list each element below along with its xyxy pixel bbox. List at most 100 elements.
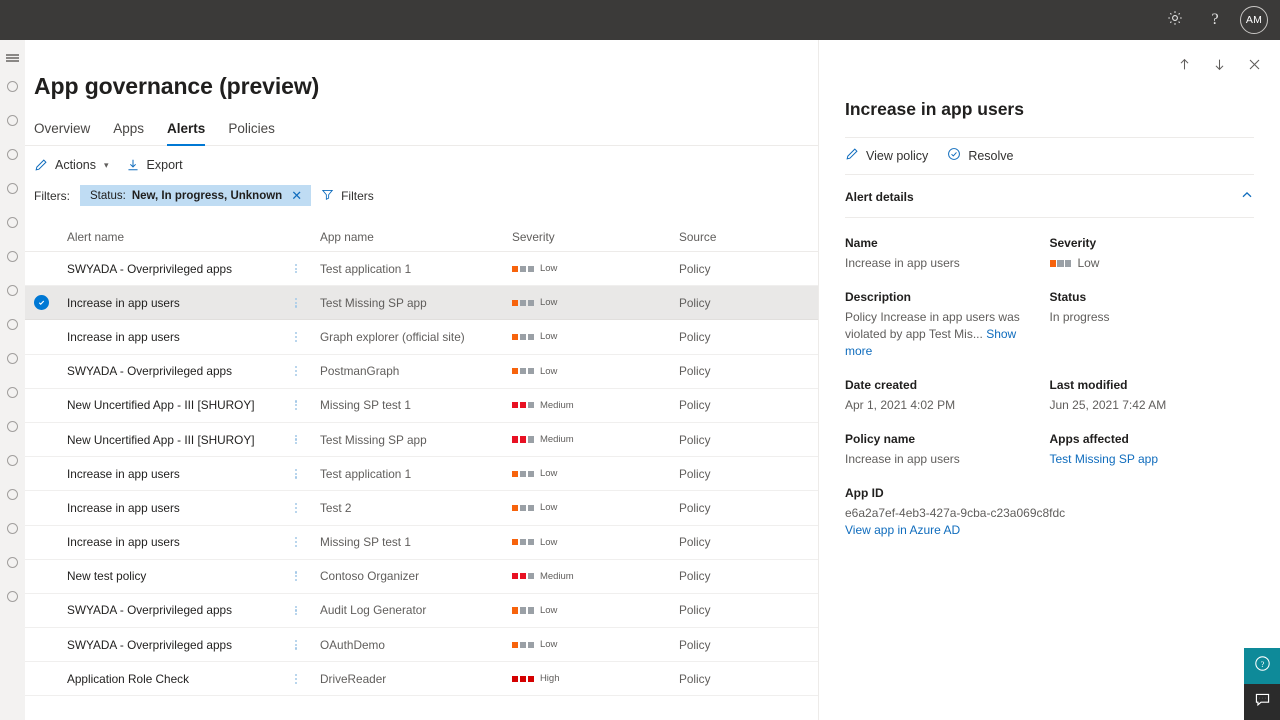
severity-bar-1 bbox=[512, 402, 519, 409]
rail-item-15[interactable] bbox=[0, 545, 25, 579]
severity-bar-1 bbox=[512, 333, 519, 341]
column-header-source[interactable]: Source bbox=[679, 230, 799, 244]
severity-bar-2 bbox=[519, 333, 527, 341]
rail-item-13[interactable] bbox=[0, 477, 25, 511]
rail-item-7[interactable] bbox=[0, 273, 25, 307]
filters-button[interactable]: Filters bbox=[321, 188, 374, 204]
row-more-options-icon[interactable] bbox=[295, 467, 320, 480]
rail-item-1[interactable] bbox=[0, 69, 25, 103]
cell-alert-name: Increase in app users bbox=[67, 466, 180, 481]
severity-bar-1 bbox=[512, 436, 519, 443]
severity-bar-1 bbox=[512, 504, 519, 511]
table-row[interactable]: SWYADA - Overprivileged apps PostmanGraph… bbox=[25, 355, 818, 389]
circle-icon bbox=[7, 386, 18, 398]
table-row[interactable]: Increase in app users Missing SP test 1 Lo… bbox=[25, 526, 818, 560]
severity-bar-1 bbox=[512, 573, 519, 580]
severity-bar-1 bbox=[512, 675, 519, 682]
filter-bar: Filters: Status: New, In progress, Unkno… bbox=[25, 172, 818, 206]
row-more-options-icon[interactable] bbox=[295, 433, 320, 446]
row-more-options-icon[interactable] bbox=[295, 262, 320, 275]
rail-item-3[interactable] bbox=[0, 137, 25, 171]
field-apps-affected-link[interactable]: Test Missing SP app bbox=[1050, 451, 1243, 468]
table-row[interactable]: Increase in app users Test Missing SP app… bbox=[25, 286, 818, 321]
chevron-up-icon[interactable] bbox=[1240, 188, 1254, 205]
alert-details-section-header[interactable]: Alert details bbox=[845, 175, 1254, 218]
table-row[interactable]: New test policy Contoso Organizer Medium Po… bbox=[25, 560, 818, 594]
severity-label: Medium bbox=[539, 434, 574, 446]
table-row[interactable]: Application Role Check DriveReader High Pol… bbox=[25, 662, 818, 697]
row-checkbox[interactable] bbox=[34, 295, 67, 311]
arrow-up-icon[interactable] bbox=[1172, 52, 1196, 76]
table-row[interactable]: SWYADA - Overprivileged apps Audit Log Ge… bbox=[25, 594, 818, 629]
view-app-in-azure-ad-link[interactable]: View app in Azure AD bbox=[845, 522, 1242, 539]
status-filter-value: New, In progress, Unknown bbox=[131, 189, 283, 202]
row-more-options-icon[interactable] bbox=[295, 296, 320, 309]
severity-bars bbox=[512, 607, 534, 614]
row-more-options-icon[interactable] bbox=[295, 672, 320, 685]
field-last-modified: Last modified Jun 25, 2021 7:42 AM bbox=[1050, 378, 1255, 414]
arrow-down-icon[interactable] bbox=[1207, 52, 1231, 76]
help-fab-button[interactable]: ? bbox=[1244, 648, 1280, 684]
severity-label: Medium bbox=[539, 399, 574, 411]
cell-severity: Medium bbox=[512, 571, 679, 582]
cell-source: Policy bbox=[679, 500, 711, 515]
actions-button[interactable]: Actions ▾ bbox=[34, 158, 109, 172]
rail-item-8[interactable] bbox=[0, 307, 25, 341]
close-icon[interactable]: ✕ bbox=[288, 189, 302, 202]
column-header-app-name[interactable]: App name bbox=[320, 230, 512, 244]
rail-item-11[interactable] bbox=[0, 409, 25, 443]
cell-severity: Low bbox=[512, 537, 679, 548]
severity-bar-2 bbox=[519, 573, 527, 580]
table-row[interactable]: Increase in app users Graph explorer (off… bbox=[25, 320, 818, 355]
row-more-options-icon[interactable] bbox=[295, 536, 320, 549]
alert-details-panel: Increase in app users View policy Resolv… bbox=[818, 40, 1280, 720]
cell-severity: Low bbox=[512, 366, 679, 377]
rail-item-12[interactable] bbox=[0, 443, 25, 477]
row-more-options-icon[interactable] bbox=[295, 501, 320, 514]
table-row[interactable]: SWYADA - Overprivileged apps Test applica… bbox=[25, 252, 818, 287]
tab-alerts[interactable]: Alerts bbox=[167, 121, 206, 146]
severity-bars bbox=[512, 675, 534, 682]
rail-item-14[interactable] bbox=[0, 511, 25, 545]
rail-item-10[interactable] bbox=[0, 375, 25, 409]
tab-overview[interactable]: Overview bbox=[34, 121, 90, 145]
circle-icon bbox=[7, 420, 18, 432]
status-filter-pill[interactable]: Status: New, In progress, Unknown ✕ bbox=[80, 185, 312, 206]
help-button[interactable]: ? bbox=[1196, 0, 1234, 40]
table-row[interactable]: Increase in app users Test 2 Low Policy bbox=[25, 491, 818, 526]
column-header-alert-name[interactable]: Alert name bbox=[67, 230, 295, 244]
column-header-severity[interactable]: Severity bbox=[512, 230, 679, 244]
avatar[interactable]: AM bbox=[1240, 6, 1268, 34]
row-more-options-icon[interactable] bbox=[295, 365, 320, 378]
cell-alert-name: Increase in app users bbox=[67, 500, 180, 515]
row-more-options-icon[interactable] bbox=[295, 604, 320, 617]
hamburger-icon[interactable] bbox=[0, 47, 25, 69]
severity-label: Low bbox=[539, 502, 558, 514]
row-more-options-icon[interactable] bbox=[295, 331, 320, 344]
table-row[interactable]: New Uncertified App - III [SHUROY] Test M… bbox=[25, 423, 818, 458]
rail-item-5[interactable] bbox=[0, 205, 25, 239]
tab-policies[interactable]: Policies bbox=[228, 121, 275, 145]
severity-bar-3 bbox=[527, 265, 534, 272]
funnel-icon bbox=[321, 188, 334, 204]
row-more-options-icon[interactable] bbox=[295, 570, 320, 583]
export-button[interactable]: Export bbox=[126, 158, 183, 172]
settings-button[interactable] bbox=[1156, 0, 1194, 40]
view-policy-button[interactable]: View policy bbox=[845, 147, 928, 164]
close-icon[interactable] bbox=[1242, 52, 1266, 76]
feedback-fab-button[interactable] bbox=[1244, 684, 1280, 720]
rail-item-6[interactable] bbox=[0, 239, 25, 273]
tab-apps[interactable]: Apps bbox=[113, 121, 144, 145]
rail-item-16[interactable] bbox=[0, 579, 25, 613]
rail-item-2[interactable] bbox=[0, 103, 25, 137]
field-row-policy-apps: Policy name Increase in app users Apps a… bbox=[845, 432, 1254, 468]
table-row[interactable]: SWYADA - Overprivileged apps OAuthDemo Low… bbox=[25, 628, 818, 663]
row-more-options-icon[interactable] bbox=[295, 638, 320, 651]
table-row[interactable]: Increase in app users Test application 1 L… bbox=[25, 457, 818, 492]
rail-item-4[interactable] bbox=[0, 171, 25, 205]
table-row[interactable]: New Uncertified App - III [SHUROY] Missin… bbox=[25, 389, 818, 423]
severity-bar-2 bbox=[519, 402, 527, 409]
row-more-options-icon[interactable] bbox=[295, 399, 320, 412]
rail-item-9[interactable] bbox=[0, 341, 25, 375]
resolve-button[interactable]: Resolve bbox=[947, 147, 1013, 164]
